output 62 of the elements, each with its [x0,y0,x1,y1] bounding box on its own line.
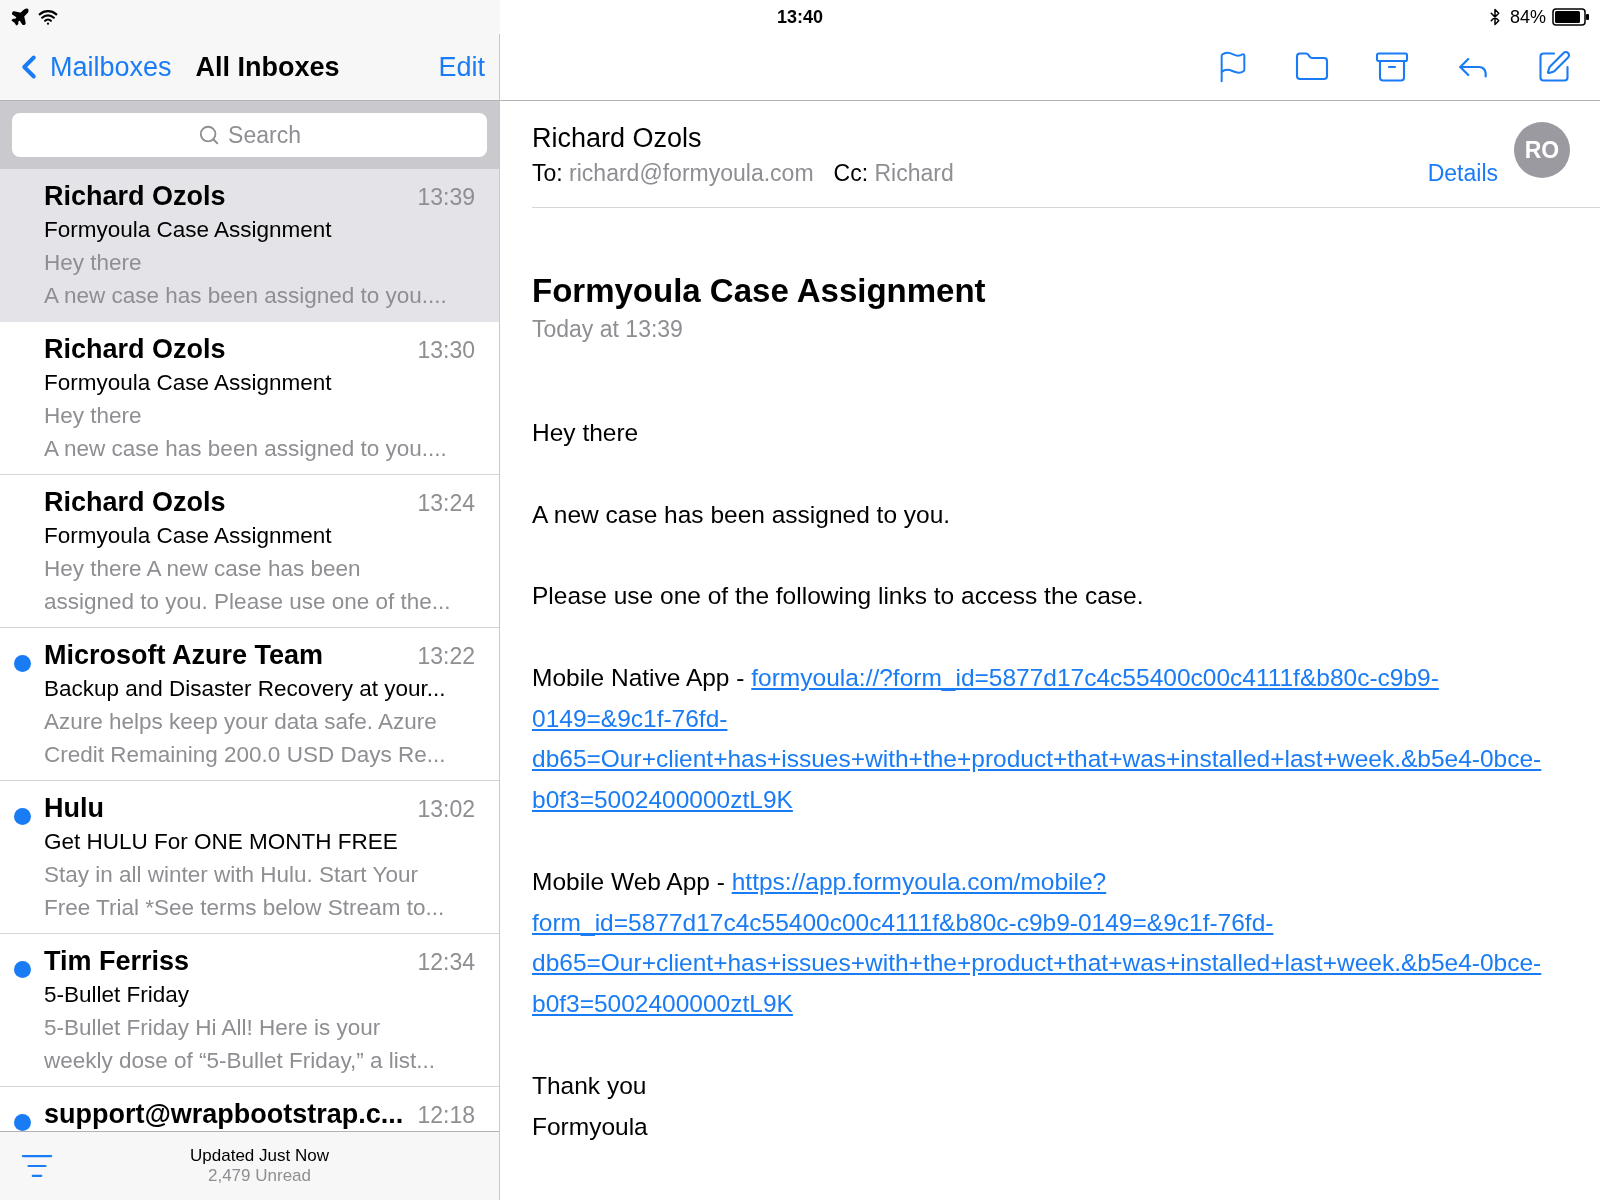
message-time: 13:02 [417,796,475,823]
edit-button[interactable]: Edit [438,51,485,83]
message-preview: weekly dose of “5-Bullet Friday,” a list... [44,1048,436,1074]
sender-name: Richard Ozols [44,181,226,212]
nav-title: All Inboxes [195,51,341,83]
to-field: To: richard@formyoula.com [532,160,814,187]
search-icon [198,124,221,146]
body-paragraph: Hey there [532,418,640,448]
compose-button[interactable] [1536,49,1572,85]
message-time: 12:18 [417,1102,475,1129]
message-preview: A new case has been assigned to you.... [44,436,448,462]
avatar: RO [1514,122,1570,178]
message-preview: Hey there [44,403,143,429]
airplane-icon [10,7,30,27]
sender-name: Richard Ozols [44,487,226,518]
sender-name: support@wrapbootstrap.c... [44,1099,404,1130]
message-subject: Formyoula Case Assignment [44,523,333,549]
message-preview: 5-Bullet Friday Hi All! Here is your [44,1015,382,1041]
message-time: 13:22 [417,643,475,670]
message-preview: Hey there [44,250,143,276]
wifi-icon [38,7,58,27]
message-subject: Formyoula Case Assignment [44,217,333,243]
link-paragraph[interactable]: Mobile Web App - https://app.formyoula.com/mobile?form_id=5877d17c4c55400c00c4111f&b80c-c9b9-0149=&9c1f-76fd-db65=Our+client+has+issues+with+the+product+that+was+installed+last+week.&b5e4-0bce-b0f3=5002400000ztL9K [532,861,1564,1025]
message-time: 13:24 [417,490,475,517]
message-preview: Azure helps keep your data safe. Azure [44,709,438,735]
message-subject: Get HULU For ONE MONTH FREE [44,829,399,855]
message-preview: Hey there A new case has been [44,556,362,582]
sender-name: Richard Ozols [44,334,226,365]
email-date: Today at 13:39 [532,316,684,343]
message-time: 12:34 [417,949,475,976]
details-link[interactable]: Details [1427,160,1498,187]
compose-icon [1536,49,1572,85]
sender-name: Microsoft Azure Team [44,640,324,671]
signature-line: Thank you [532,1070,648,1101]
signature-line: Formyoula [532,1111,649,1142]
sender-name: Tim Ferriss [44,946,190,977]
email-subject: Formyoula Case Assignment [532,272,987,310]
archive-icon [1374,49,1410,85]
battery-percentage: 84% [1509,6,1546,28]
message-row[interactable]: Richard Ozols 13:39 Formyoula Case Assignment Hey there A new case has been assigned to you.... [0,169,499,322]
message-subject: Backup and Disaster Recovery at your... [44,676,447,702]
battery-icon [1552,8,1590,26]
archive-button[interactable] [1374,49,1410,85]
message-preview: Free Trial *See terms below Stream to... [44,895,446,921]
sender-name: Hulu [44,793,104,824]
message-preview: assigned to you. Please use one of the... [44,589,452,615]
body-paragraph: A new case has been assigned to you. [532,499,952,530]
clock-time: 13:40 [776,6,823,28]
cc-field: Cc: Richard [833,160,954,187]
body-paragraph: Please use one of the following links to access the case. [532,581,1145,612]
message-time: 13:30 [417,337,475,364]
back-button[interactable]: Mailboxes [10,48,172,86]
message-time: 13:39 [417,184,475,211]
message-subject: 5-Bullet Friday [44,982,191,1008]
link-paragraph[interactable]: Mobile Native App - formyoula://?form_id=5877d17c4c55400c00c4111f&b80c-c9b9-0149=&9c1f-76fd-db65=Our+client+has+issues+with+the+product+that+was+installed+last+week.&b5e4-0bce-b0f3=5002400000ztL9K [532,657,1564,821]
message-subject: Formyoula Case Assignment [44,370,333,396]
update-status: Updated Just Now [190,1146,329,1166]
sender-name: Richard Ozols [532,123,703,154]
unread-count: 2,479 Unread [208,1166,311,1186]
message-preview: Credit Remaining 200.0 USD Days Re... [44,742,447,768]
message-preview: Stay in all winter with Hulu. Start Your [44,862,419,888]
message-preview: A new case has been assigned to you.... [44,283,448,309]
